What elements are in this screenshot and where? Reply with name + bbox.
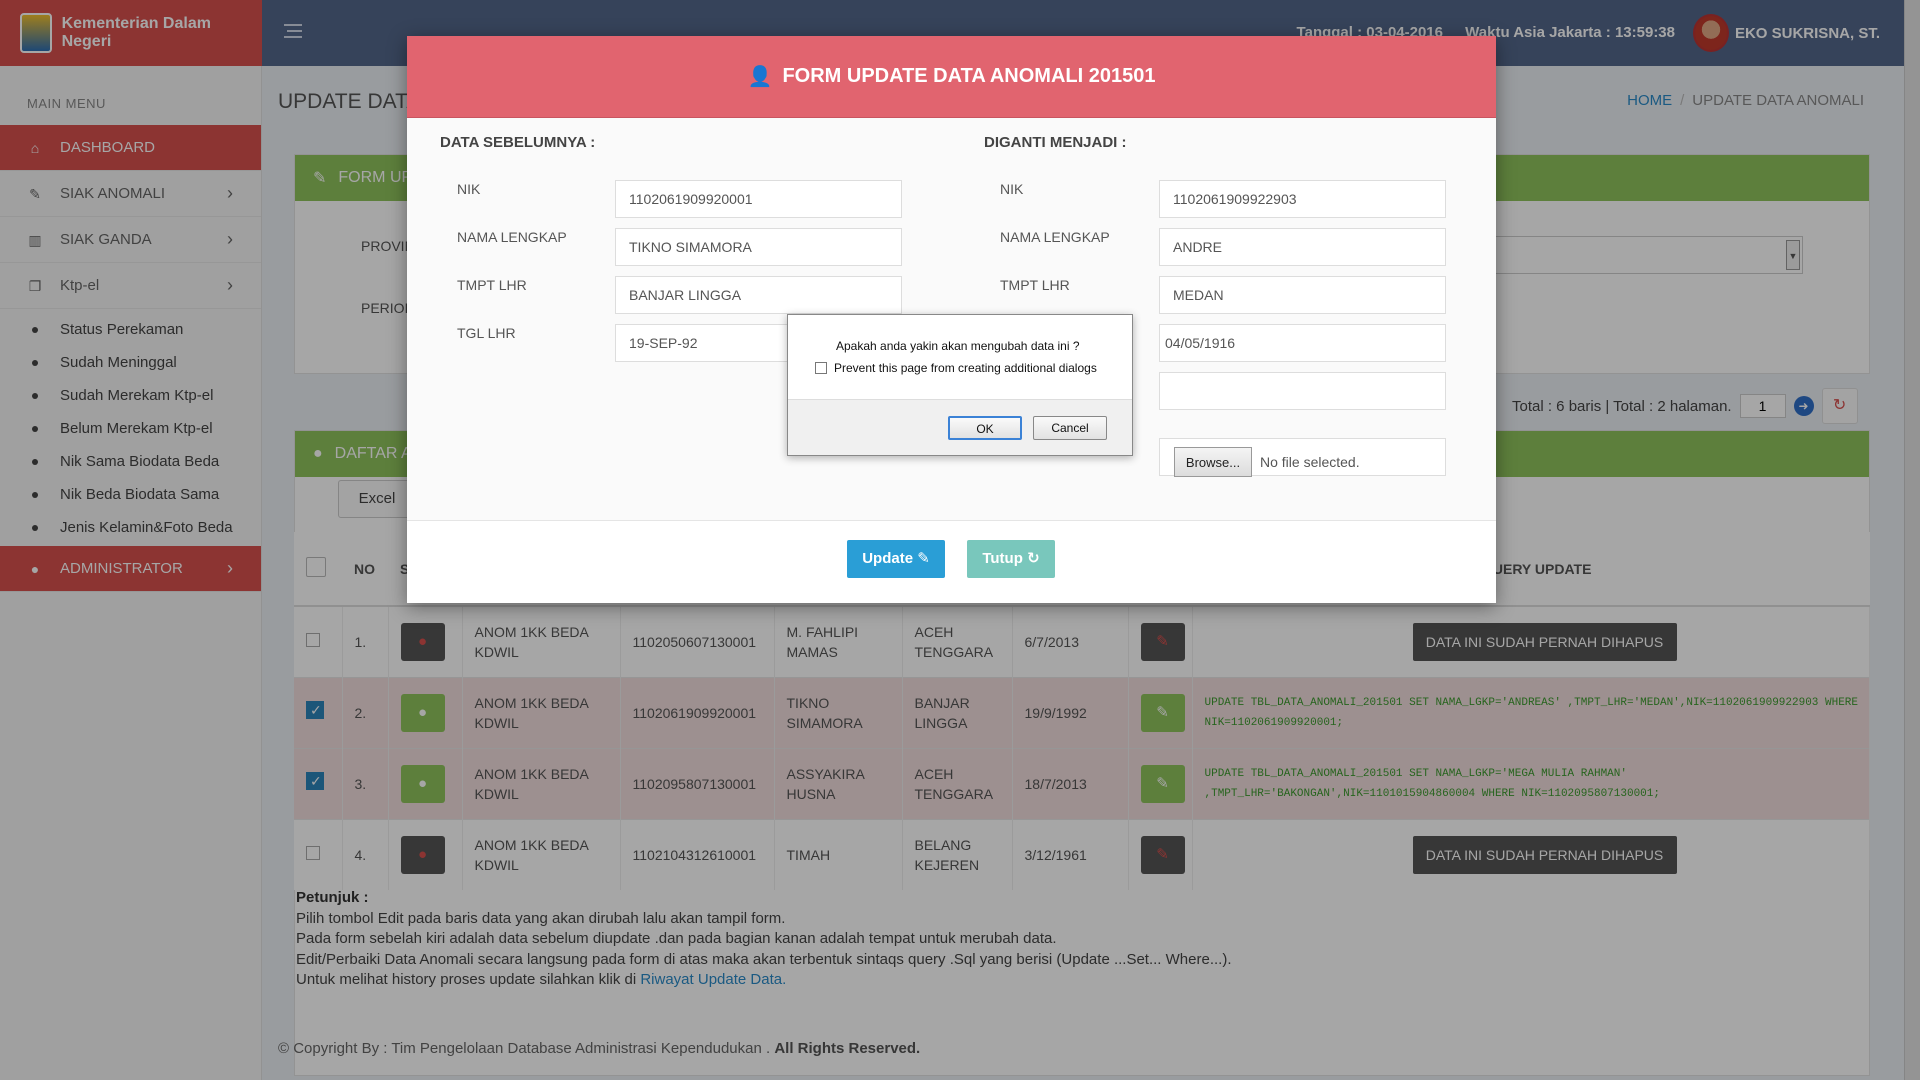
after-extra-input[interactable] — [1159, 372, 1446, 410]
user-icon: 👤 — [747, 66, 773, 88]
before-nik-field: 1102061909920001 — [615, 180, 902, 218]
before-nik-label: NIK — [457, 181, 481, 197]
before-tmpt-field: BANJAR LINGGA — [615, 276, 902, 314]
confirm-dialog: Apakah anda yakin akan mengubah data ini… — [787, 314, 1133, 456]
cancel-button[interactable]: Cancel — [1033, 416, 1107, 440]
before-tmpt-label: TMPT LHR — [457, 277, 527, 293]
no-file-text: No file selected. — [1260, 454, 1360, 470]
tutup-button[interactable]: Tutup ↻ — [967, 540, 1055, 578]
after-nik-input[interactable]: 1102061909922903 — [1159, 180, 1446, 218]
before-nama-field: TIKNO SIMAMORA — [615, 228, 902, 266]
dialog-message: Apakah anda yakin akan mengubah data ini… — [836, 339, 1080, 353]
after-heading: DIGANTI MENJADI : — [984, 134, 1127, 151]
modal-footer: Update ✎ Tutup ↻ — [407, 520, 1496, 602]
before-nama-label: NAMA LENGKAP — [457, 229, 567, 245]
refresh-icon: ↻ — [1027, 550, 1040, 567]
after-tgl-input[interactable]: 04/05/1916 — [1159, 324, 1446, 362]
after-nama-label: NAMA LENGKAP — [1000, 229, 1110, 245]
prevent-dialogs-option[interactable]: Prevent this page from creating addition… — [815, 361, 1097, 375]
after-nik-label: NIK — [1000, 181, 1024, 197]
pencil-icon: ✎ — [917, 550, 930, 567]
after-tmpt-input[interactable]: MEDAN — [1159, 276, 1446, 314]
prevent-dialogs-label: Prevent this page from creating addition… — [834, 361, 1097, 375]
after-tmpt-label: TMPT LHR — [1000, 277, 1070, 293]
ok-button[interactable]: OK — [948, 416, 1022, 440]
after-nama-input[interactable]: ANDRE — [1159, 228, 1446, 266]
modal-title: FORM UPDATE DATA ANOMALI 201501 — [782, 65, 1156, 87]
update-label: Update — [862, 550, 914, 567]
prevent-dialogs-checkbox[interactable] — [815, 362, 827, 374]
browse-button[interactable]: Browse... — [1174, 447, 1252, 477]
before-heading: DATA SEBELUMNYA : — [440, 134, 596, 151]
dialog-footer: OK Cancel — [788, 399, 1132, 455]
file-upload: Browse... No file selected. — [1159, 438, 1446, 477]
tutup-label: Tutup — [982, 550, 1023, 567]
modal-header: 👤 FORM UPDATE DATA ANOMALI 201501 — [407, 36, 1496, 118]
update-button[interactable]: Update ✎ — [847, 540, 945, 578]
before-tgl-label: TGL LHR — [457, 325, 516, 341]
